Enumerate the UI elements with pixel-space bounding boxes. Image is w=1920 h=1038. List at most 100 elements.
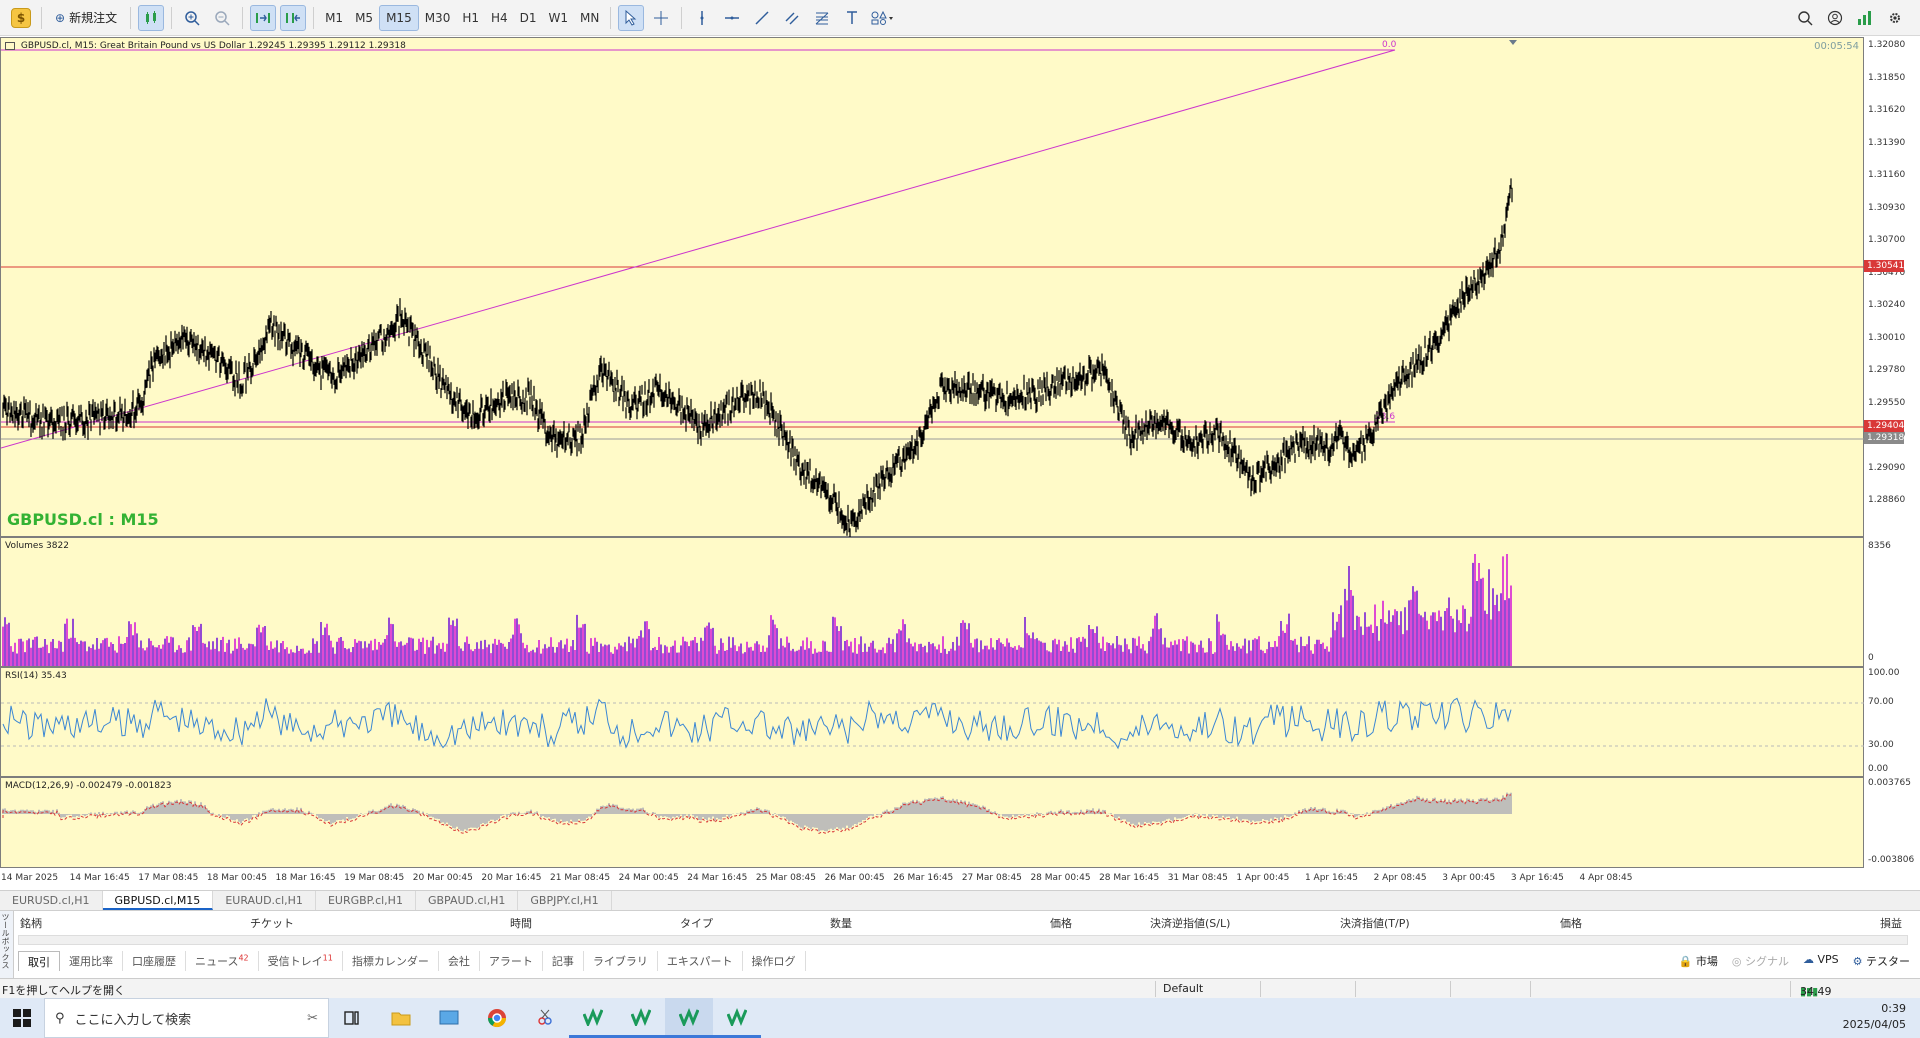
- profile-name[interactable]: Default: [1163, 982, 1203, 995]
- chart-tab[interactable]: GBPAUD.cl,H1: [416, 891, 519, 910]
- system-clock[interactable]: 0:39 2025/04/05: [1843, 1001, 1906, 1033]
- mt5-app-icon[interactable]: [665, 998, 713, 1038]
- macd-pane[interactable]: MACD(12,26,9) -0.002479 -0.001823: [0, 777, 1864, 868]
- fibonacci-icon[interactable]: [809, 5, 835, 31]
- cursor-icon[interactable]: [618, 4, 645, 31]
- chart-tab[interactable]: EURGBP.cl,H1: [316, 891, 416, 910]
- taskbar-search-input[interactable]: ⚲ ここに入力して検索 ✂: [44, 998, 329, 1038]
- table-column-header[interactable]: 時間: [510, 915, 532, 931]
- toolbox-side-label[interactable]: ツールボックス: [0, 911, 14, 979]
- toolbar-divider: [681, 6, 683, 29]
- chrome-icon[interactable]: [473, 998, 521, 1038]
- volumes-pane[interactable]: Volumes 3822: [0, 537, 1864, 667]
- chart-tab[interactable]: GBPUSD.cl,M15: [102, 891, 214, 910]
- tester-label: テスター: [1866, 955, 1910, 968]
- toolbox-tab[interactable]: 記事: [543, 951, 584, 971]
- table-column-header[interactable]: チケット: [250, 915, 294, 931]
- fib-level-0-label: 0.0: [1382, 40, 1397, 50]
- price-tick-label: 1.29550: [1868, 397, 1906, 408]
- toolbox-tab[interactable]: 操作ログ: [743, 951, 806, 971]
- table-column-header[interactable]: 銘柄: [20, 915, 42, 931]
- signal-link[interactable]: ◎ シグナル: [1732, 953, 1789, 969]
- toolbox-tab[interactable]: ニュース42: [186, 951, 259, 971]
- market-link[interactable]: 🔒 市場: [1679, 953, 1718, 969]
- zoom-in-icon[interactable]: [179, 5, 205, 31]
- table-column-header[interactable]: 価格: [1050, 915, 1072, 931]
- vertical-line-icon[interactable]: [689, 5, 715, 31]
- snipping-tool-icon[interactable]: [521, 998, 569, 1038]
- toolbox-tab[interactable]: 運用比率: [60, 951, 123, 971]
- toolbar-right: [1790, 5, 1910, 31]
- windows-start-icon[interactable]: [0, 998, 44, 1038]
- account-icon[interactable]: [1822, 5, 1848, 31]
- shapes-icon[interactable]: [869, 5, 895, 31]
- horizontal-scrollbar[interactable]: [18, 935, 1908, 945]
- time-tick-label: 1 Apr 16:45: [1304, 873, 1358, 883]
- timeframe-m5[interactable]: M5: [349, 5, 379, 31]
- auto-scroll-icon[interactable]: [250, 4, 277, 31]
- chart-tab[interactable]: EURAUD.cl,H1: [213, 891, 316, 910]
- toolbox-tab[interactable]: 指標カレンダー: [343, 951, 439, 971]
- rsi-pane[interactable]: RSI(14) 35.43: [0, 667, 1865, 777]
- text-tool-icon[interactable]: [839, 5, 865, 31]
- toolbox-tab[interactable]: ライブラリ: [584, 951, 658, 971]
- table-column-header[interactable]: 価格: [1560, 915, 1582, 931]
- chart-tab[interactable]: EURUSD.cl,H1: [0, 891, 103, 910]
- crosshair-icon[interactable]: [648, 5, 674, 31]
- chart-window[interactable]: 0.0 23.6 GBPUSD.cl, M15: Great Britain Po…: [0, 37, 1920, 890]
- table-column-header[interactable]: 損益: [1880, 915, 1902, 931]
- new-order-button[interactable]: ⊕ 新規注文: [49, 5, 123, 31]
- table-column-header[interactable]: 決済逆指値(S/L): [1150, 915, 1230, 931]
- control-panel-icon[interactable]: [425, 998, 473, 1038]
- price-scale[interactable]: 1.32080 1.31850 1.31620 1.31390 1.31160 1.309…: [1864, 37, 1920, 537]
- mt5-app-icon[interactable]: [617, 998, 665, 1038]
- tester-link[interactable]: ⚙ テスター: [1853, 953, 1910, 969]
- chart-tab[interactable]: GBPJPY.cl,H1: [518, 891, 612, 910]
- price-tick-label: 1.30240: [1868, 300, 1906, 310]
- zoom-out-icon[interactable]: [209, 5, 235, 31]
- table-column-header[interactable]: 決済指値(T/P): [1340, 915, 1410, 931]
- timeframe-m1[interactable]: M1: [319, 5, 349, 31]
- comb-decoration-icon: ✂: [307, 1010, 318, 1026]
- signal-level-icon[interactable]: [1852, 5, 1878, 31]
- chart-tabs-bar: EURUSD.cl,H1 GBPUSD.cl,M15 EURAUD.cl,H1 EUR…: [0, 890, 1920, 910]
- table-column-header[interactable]: 数量: [830, 915, 852, 931]
- task-view-icon[interactable]: [329, 998, 377, 1038]
- search-icon[interactable]: [1792, 5, 1818, 31]
- toolbox-tab[interactable]: エキスパート: [658, 951, 743, 971]
- volumes-plot: [2, 554, 1512, 666]
- timeframe-d1[interactable]: D1: [514, 5, 543, 31]
- horizontal-line-icon[interactable]: [719, 5, 745, 31]
- vps-link[interactable]: ☁ VPS: [1803, 953, 1839, 969]
- mt5-app-icon[interactable]: [713, 998, 761, 1038]
- mt5-app-icon[interactable]: [569, 998, 617, 1038]
- trend-line-icon[interactable]: [749, 5, 775, 31]
- chart-shift-icon[interactable]: [280, 4, 307, 31]
- timeframe-m30[interactable]: M30: [419, 5, 457, 31]
- toolbox-tab[interactable]: 取引: [18, 951, 60, 971]
- table-column-header[interactable]: タイプ: [680, 915, 713, 931]
- timeframe-h1[interactable]: H1: [456, 5, 485, 31]
- channel-icon[interactable]: [779, 5, 805, 31]
- time-tick-label: 19 Mar 08:45: [344, 873, 405, 883]
- toolbox-tab[interactable]: 口座履歴: [123, 951, 186, 971]
- toolbox-tab[interactable]: 会社: [439, 951, 480, 971]
- time-tick-label: 4 Apr 08:45: [1579, 873, 1633, 883]
- toolbox-tab[interactable]: 受信トレイ11: [259, 951, 343, 971]
- chart-type-icon: [5, 41, 15, 50]
- toolbox-tab[interactable]: アラート: [480, 951, 543, 971]
- file-explorer-icon[interactable]: [377, 998, 425, 1038]
- cloud-icon: ☁: [1802, 953, 1814, 966]
- timeframe-m15[interactable]: M15: [379, 4, 419, 31]
- candlestick-chart-icon[interactable]: [138, 4, 165, 31]
- toolbox-tab-label: 受信トレイ: [267, 955, 323, 968]
- new-order-icon: ⊕: [55, 10, 66, 25]
- timeframe-w1[interactable]: W1: [543, 5, 575, 31]
- timeframe-mn[interactable]: MN: [574, 5, 605, 31]
- toolbox-tab-label: 取引: [28, 956, 50, 969]
- time-axis[interactable]: 14 Mar 2025 14 Mar 16:45 17 Mar 08:45 18 Ma…: [0, 868, 1864, 890]
- settings-icon[interactable]: [1882, 5, 1908, 31]
- dollar-coin-icon[interactable]: $: [8, 5, 34, 31]
- timeframe-h4[interactable]: H4: [485, 5, 514, 31]
- price-pane[interactable]: 0.0 23.6 GBPUSD.cl, M15: Great Britain Po…: [0, 37, 1865, 538]
